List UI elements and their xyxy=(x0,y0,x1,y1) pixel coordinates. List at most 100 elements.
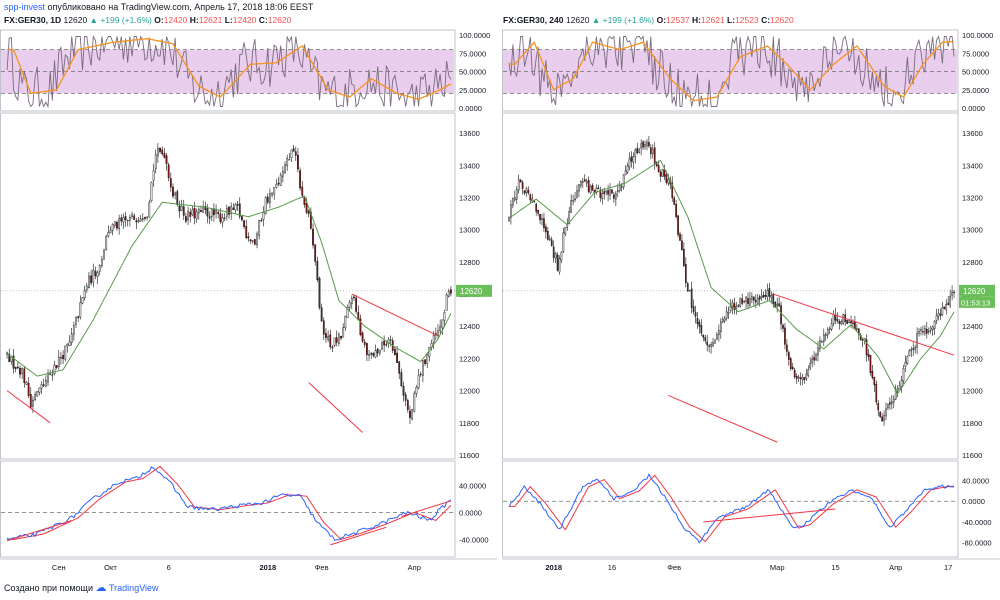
time-tick-label: Апр xyxy=(408,563,421,572)
stoch-tick-label: 100.0000 xyxy=(962,31,993,40)
left-chart[interactable]: 100.0000 75.0000 50.0000 25.0000 0.0000 13600… xyxy=(0,27,497,575)
candle-bear xyxy=(875,383,878,403)
candle-bull xyxy=(729,305,732,312)
candle-bear xyxy=(786,344,788,352)
candle-bull xyxy=(513,197,516,201)
candle-bear xyxy=(320,307,323,322)
candle-bear xyxy=(657,165,660,173)
candle-bear xyxy=(182,206,185,216)
candle-bear xyxy=(650,147,652,154)
candle-bear xyxy=(846,320,848,324)
candle-bull xyxy=(581,181,584,183)
open-value: 12420 xyxy=(163,15,188,25)
stoch-tick-label: 0.0000 xyxy=(459,104,482,113)
candle-bull xyxy=(327,335,330,340)
macd-tick-label: -40.0000 xyxy=(962,518,992,527)
candle-bull xyxy=(85,285,88,291)
candle-bear xyxy=(193,208,196,219)
high-value: 12621 xyxy=(701,15,725,25)
tradingview-link[interactable]: TradingView xyxy=(109,583,159,593)
candle-bear xyxy=(838,321,841,324)
candle-bear xyxy=(419,373,422,376)
candle-bull xyxy=(801,376,804,380)
candle-bear xyxy=(299,170,301,189)
candle-bear xyxy=(277,182,280,185)
candle-bear xyxy=(741,298,744,304)
candle-bull xyxy=(807,369,810,376)
symbol-title[interactable]: FX:GER30, 240 xyxy=(503,15,563,25)
candle-bull xyxy=(68,341,71,346)
tradingview-logo-icon[interactable]: ☁ xyxy=(96,582,107,594)
time-tick-label: Окт xyxy=(104,563,117,572)
candle-bear xyxy=(372,352,375,356)
time-tick-label: 2018 xyxy=(545,563,562,572)
candle-bear xyxy=(706,341,709,346)
candle-bull xyxy=(605,190,607,193)
candle-bear xyxy=(361,332,364,342)
candle-bear xyxy=(852,322,854,324)
candle-bull xyxy=(830,323,833,330)
macd-tick-label: 40.0000 xyxy=(459,481,486,490)
candle-bear xyxy=(642,141,644,148)
candle-bear xyxy=(120,217,123,222)
candle-bear xyxy=(424,359,426,364)
candle-bear xyxy=(206,208,209,217)
price-tick-label: 13000 xyxy=(962,226,983,235)
candle-bear xyxy=(630,156,633,162)
candle-bear xyxy=(523,190,526,194)
candle-bear xyxy=(55,365,58,368)
candle-bull xyxy=(88,275,90,288)
candle-bull xyxy=(640,143,642,149)
candle-bull xyxy=(904,361,907,367)
candle-bull xyxy=(805,373,808,379)
candle-bear xyxy=(780,305,782,325)
candle-bull xyxy=(122,217,125,223)
right-chart[interactable]: 100.0000 75.0000 50.0000 25.0000 0.0000 13600… xyxy=(502,27,1000,575)
candle-bear xyxy=(692,306,695,312)
candle-bear xyxy=(363,341,366,345)
candle-bull xyxy=(819,340,821,349)
candle-bear xyxy=(537,209,539,214)
candle-bull xyxy=(667,178,670,184)
candle-bear xyxy=(19,367,21,375)
price-trendline xyxy=(668,394,778,443)
candle-bull xyxy=(47,372,49,383)
candle-bull xyxy=(828,328,831,330)
candle-bull xyxy=(368,354,370,356)
candle-bear xyxy=(169,178,172,188)
candle-bear xyxy=(383,340,386,346)
symbol-title[interactable]: FX:GER30, 1D xyxy=(4,15,61,25)
price-tick-label: 12400 xyxy=(962,322,983,331)
candle-bull xyxy=(137,220,140,222)
candle-bear xyxy=(597,187,600,190)
candle-bull xyxy=(126,219,129,222)
candle-bull xyxy=(44,380,47,387)
price-tick-label: 13200 xyxy=(962,193,983,202)
candle-bull xyxy=(413,393,416,412)
price-tick-label: 12800 xyxy=(962,258,983,267)
candle-bear xyxy=(94,270,97,277)
candle-bull xyxy=(439,326,442,332)
candle-bull xyxy=(712,342,714,346)
candle-bear xyxy=(307,210,310,215)
candle-bull xyxy=(548,238,551,241)
candle-bear xyxy=(42,384,45,386)
macd-signal-line xyxy=(7,465,452,541)
candle-bear xyxy=(539,213,541,221)
candle-bear xyxy=(260,220,263,222)
candle-bear xyxy=(247,236,250,239)
candle-bear xyxy=(611,189,613,194)
candle-bear xyxy=(370,353,373,355)
candle-bull xyxy=(892,398,895,403)
candle-bear xyxy=(161,149,164,155)
candle-bear xyxy=(165,155,168,164)
footer: Создано при помощи ☁ TradingView xyxy=(4,580,159,596)
candle-bear xyxy=(636,148,639,154)
author-link[interactable]: spp-invest xyxy=(4,2,45,12)
candle-bear xyxy=(943,306,946,309)
price-trendline xyxy=(351,293,439,337)
candle-bear xyxy=(294,151,297,156)
candle-bull xyxy=(40,384,43,389)
candle-bull xyxy=(154,154,157,170)
candle-bear xyxy=(877,403,880,411)
